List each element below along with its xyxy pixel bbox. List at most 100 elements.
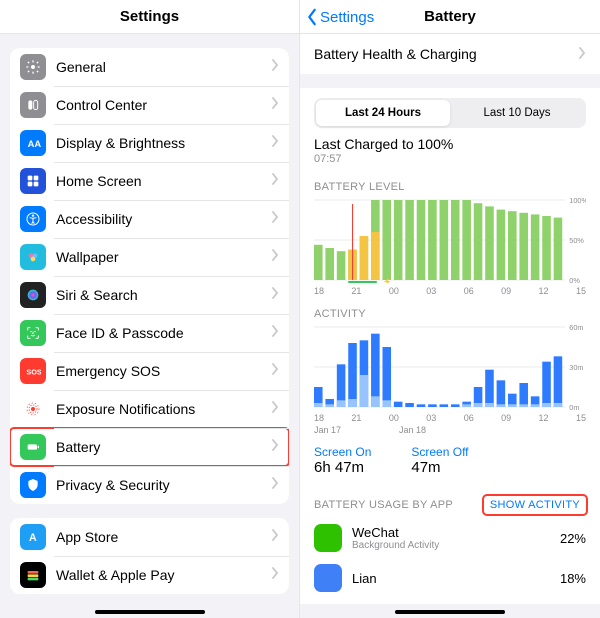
chevron-right-icon	[271, 566, 279, 584]
sos-icon: SOS	[20, 358, 46, 384]
settings-row-general[interactable]: General	[10, 48, 289, 86]
battery-icon	[20, 434, 46, 460]
home-indicator[interactable]	[395, 610, 505, 614]
row-label: General	[56, 59, 271, 75]
settings-row-access[interactable]: Accessibility	[10, 200, 289, 238]
settings-list[interactable]: General Control Center AA Display & Brig…	[0, 34, 299, 618]
svg-text:30m: 30m	[569, 364, 583, 372]
chevron-right-icon	[271, 362, 279, 380]
battery-scroll[interactable]: Battery Health & Charging Last 24 Hours …	[300, 34, 600, 618]
app-row[interactable]: Lian 18%	[300, 558, 600, 598]
screen-on-label: Screen On	[314, 445, 371, 459]
settings-row-expo[interactable]: Exposure Notifications	[10, 390, 289, 428]
row-label: Wallet & Apple Pay	[56, 567, 271, 583]
row-label: Accessibility	[56, 211, 271, 227]
settings-row-wallet[interactable]: Wallet & Apple Pay	[10, 556, 289, 594]
settings-row-wall[interactable]: Wallpaper	[10, 238, 289, 276]
app-pct: 18%	[560, 571, 586, 586]
svg-text:SOS: SOS	[26, 367, 41, 376]
app-icon	[314, 564, 342, 592]
privacy-icon	[20, 472, 46, 498]
settings-header: Settings	[0, 0, 299, 34]
chevron-right-icon	[271, 286, 279, 304]
back-button[interactable]: Settings	[306, 0, 374, 34]
wallet-icon	[20, 562, 46, 588]
screen-on-value: 6h 47m	[314, 459, 371, 476]
health-cell[interactable]: Battery Health & Charging	[300, 34, 600, 74]
chevron-right-icon	[578, 46, 586, 62]
settings-row-home[interactable]: Home Screen	[10, 162, 289, 200]
chevron-right-icon	[271, 172, 279, 190]
row-label: Display & Brightness	[56, 135, 271, 151]
svg-text:50%: 50%	[569, 237, 584, 245]
last-charged-title: Last Charged to 100%	[314, 136, 586, 152]
time-range-segment: Last 24 Hours Last 10 Days	[314, 98, 586, 128]
settings-row-siri[interactable]: Siri & Search	[10, 276, 289, 314]
svg-text:AA: AA	[28, 139, 41, 149]
settings-row-battery[interactable]: Battery	[10, 428, 289, 466]
wall-icon	[20, 244, 46, 270]
segment-10d[interactable]: Last 10 Days	[450, 100, 584, 126]
show-activity-button[interactable]: SHOW ACTIVITY	[484, 496, 586, 514]
chevron-right-icon	[271, 210, 279, 228]
row-label: App Store	[56, 529, 271, 545]
battery-header: Settings Battery	[300, 0, 600, 34]
app-name: WeChat	[352, 525, 560, 540]
settings-row-control[interactable]: Control Center	[10, 86, 289, 124]
app-name: Lian	[352, 571, 560, 586]
chevron-right-icon	[271, 400, 279, 418]
home-icon	[20, 168, 46, 194]
home-indicator[interactable]	[95, 610, 205, 614]
svg-text:0%: 0%	[569, 277, 580, 283]
screen-off-label: Screen Off	[411, 445, 468, 459]
row-label: Battery	[56, 439, 271, 455]
chevron-right-icon	[271, 134, 279, 152]
usage-by-app-head: BATTERY USAGE BY APP	[314, 499, 453, 511]
general-icon	[20, 54, 46, 80]
app-icon	[314, 524, 342, 552]
row-label: Wallpaper	[56, 249, 271, 265]
control-icon	[20, 92, 46, 118]
row-label: Siri & Search	[56, 287, 271, 303]
chevron-right-icon	[271, 528, 279, 546]
row-label: Home Screen	[56, 173, 271, 189]
siri-icon	[20, 282, 46, 308]
chevron-right-icon	[271, 248, 279, 266]
app-row[interactable]: WeChat Background Activity 22%	[300, 518, 600, 558]
chevron-right-icon	[271, 438, 279, 456]
chevron-right-icon	[271, 476, 279, 494]
battery-level-chart[interactable]: 0% 50% 100% ⚡	[314, 197, 586, 283]
settings-row-faceid[interactable]: Face ID & Passcode	[10, 314, 289, 352]
appstore-icon: A	[20, 524, 46, 550]
row-label: Control Center	[56, 97, 271, 113]
last-charged-time: 07:57	[314, 153, 586, 165]
health-label: Battery Health & Charging	[314, 46, 578, 62]
display-icon: AA	[20, 130, 46, 156]
chevron-right-icon	[271, 96, 279, 114]
svg-text:100%: 100%	[569, 197, 586, 205]
settings-row-privacy[interactable]: Privacy & Security	[10, 466, 289, 504]
access-icon	[20, 206, 46, 232]
app-pct: 22%	[560, 531, 586, 546]
battery-title: Battery	[424, 8, 476, 25]
row-label: Face ID & Passcode	[56, 325, 271, 341]
expo-icon	[20, 396, 46, 422]
battery-pane: Settings Battery Battery Health & Chargi…	[300, 0, 600, 618]
row-label: Exposure Notifications	[56, 401, 271, 417]
activity-chart[interactable]: 0m 30m 60m	[314, 324, 586, 410]
svg-text:60m: 60m	[569, 324, 583, 332]
svg-text:0m: 0m	[569, 404, 579, 410]
svg-text:⚡: ⚡	[382, 277, 391, 283]
row-label: Privacy & Security	[56, 477, 271, 493]
activity-xaxis: 1821000306091215	[314, 413, 586, 423]
settings-row-appstore[interactable]: A App Store	[10, 518, 289, 556]
faceid-icon	[20, 320, 46, 346]
settings-pane: Settings General Control Center AA Displ…	[0, 0, 300, 618]
settings-row-sos[interactable]: SOS Emergency SOS	[10, 352, 289, 390]
row-label: Emergency SOS	[56, 363, 271, 379]
app-sub: Background Activity	[352, 540, 560, 551]
app-usage-list: WeChat Background Activity 22% Lian 18%	[300, 518, 600, 598]
usage-card: Last 24 Hours Last 10 Days Last Charged …	[300, 88, 600, 604]
segment-24h[interactable]: Last 24 Hours	[316, 100, 450, 126]
settings-row-display[interactable]: AA Display & Brightness	[10, 124, 289, 162]
